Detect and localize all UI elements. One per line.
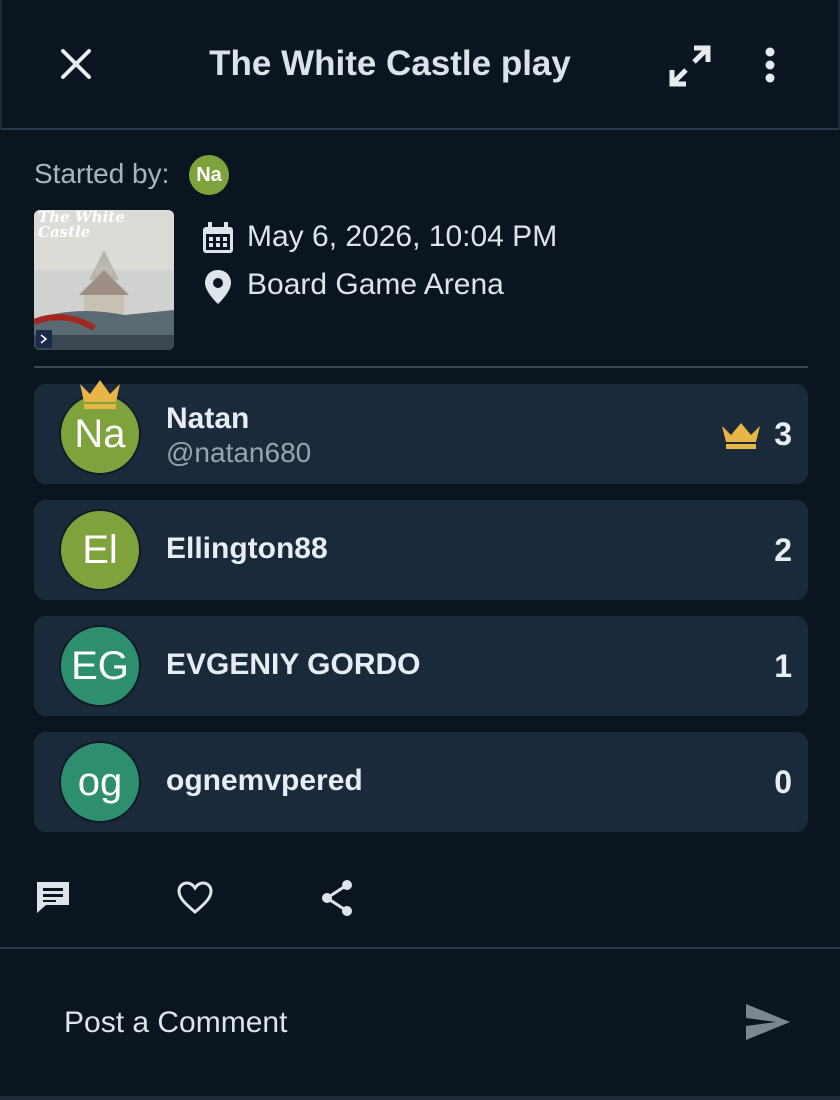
- player-name: ognemvpered: [166, 764, 363, 797]
- close-icon[interactable]: [58, 46, 94, 82]
- more-vertical-icon[interactable]: [756, 44, 784, 86]
- winner-crown-icon: [80, 380, 120, 409]
- player-handle: @natan680: [166, 437, 312, 468]
- player-score: 2: [774, 532, 792, 568]
- page-title: The White Castle play: [209, 44, 571, 83]
- player-name: Ellington88: [166, 532, 328, 565]
- player-row[interactable]: Na Natan @natan680 3: [34, 380, 808, 484]
- player-score: 1: [774, 648, 792, 684]
- comment-icon[interactable]: [34, 878, 74, 918]
- player-avatar: El: [59, 509, 141, 591]
- location-pin-icon: [205, 270, 231, 304]
- game-thumbnail-title: The White Castle: [38, 210, 125, 241]
- send-icon[interactable]: [744, 1000, 792, 1044]
- player-avatar: og: [59, 741, 141, 823]
- divider: [0, 947, 840, 949]
- player-name: Natan: [166, 402, 250, 435]
- bottom-border: [0, 1096, 840, 1100]
- player-score: 3: [774, 416, 792, 452]
- player-avatar: EG: [59, 625, 141, 707]
- calendar-icon: [203, 222, 233, 253]
- header-bar: The White Castle play: [0, 0, 840, 130]
- share-icon[interactable]: [318, 878, 358, 918]
- play-location: Board Game Arena: [247, 268, 504, 301]
- started-by-label: Started by:: [34, 158, 170, 189]
- expand-icon[interactable]: [668, 44, 712, 88]
- player-score: 0: [774, 764, 792, 800]
- winner-crown-icon: [722, 423, 760, 449]
- player-name: EVGENIY GORDO: [166, 648, 421, 681]
- game-thumbnail[interactable]: The White Castle: [34, 210, 174, 350]
- player-row[interactable]: EG EVGENIY GORDO 1: [34, 616, 808, 716]
- divider: [34, 366, 808, 368]
- play-date: May 6, 2026, 10:04 PM: [247, 220, 558, 253]
- player-row[interactable]: og ognemvpered 0: [34, 732, 808, 832]
- player-list: Na Natan @natan680 3 El Ellington88 2 EG…: [34, 380, 808, 848]
- comment-input[interactable]: [64, 1000, 664, 1046]
- player-row[interactable]: El Ellington88 2: [34, 500, 808, 600]
- heart-icon[interactable]: [175, 878, 215, 918]
- starter-avatar[interactable]: Na: [189, 155, 229, 195]
